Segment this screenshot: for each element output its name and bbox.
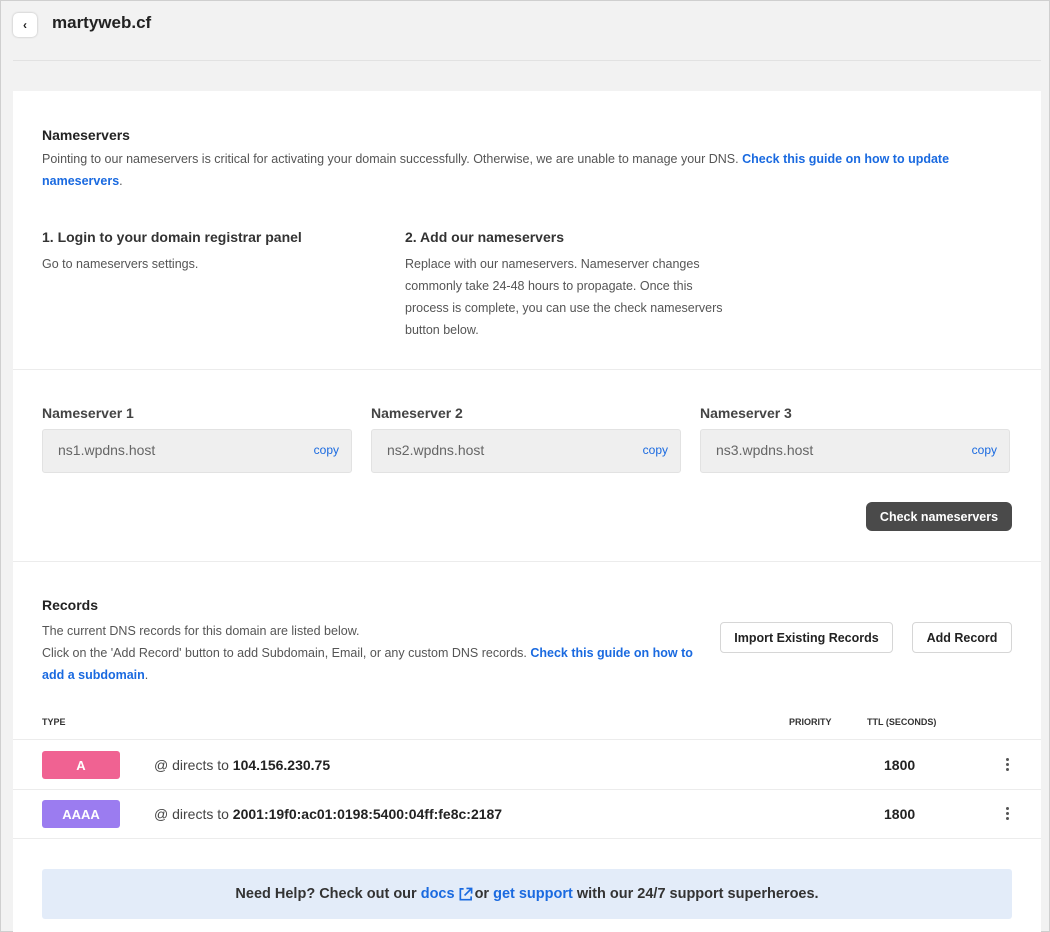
nameservers-desc-text: Pointing to our nameservers is critical … [42,152,739,166]
record-type-badge: A [42,751,120,779]
nameserver-2-value: ns2.wpdns.host [387,442,485,458]
divider [13,60,1041,61]
record-type-badge: AAAA [42,800,120,828]
more-options-icon[interactable] [1001,756,1013,774]
get-support-link[interactable]: get support [493,886,573,902]
copy-nameserver-1-button[interactable]: copy [314,443,339,457]
help-banner: Need Help? Check out our docs or get supp… [42,869,1012,919]
step-1-text: Go to nameservers settings. [42,257,199,271]
external-link-icon [459,887,472,900]
section-divider [13,369,1041,370]
column-priority: PRIORITY [789,717,832,727]
row-divider [13,789,1041,790]
copy-nameserver-2-button[interactable]: copy [643,443,668,457]
step-2-text: Replace with our nameservers. Nameserver… [405,257,723,337]
docs-link[interactable]: docs [421,886,455,902]
record-ttl: 1800 [884,757,916,773]
dns-card: Nameservers Pointing to our nameservers … [13,91,1041,932]
nameservers-heading: Nameservers [42,127,130,143]
nameserver-3-label: Nameserver 3 [700,405,792,421]
chevron-left-icon: ‹ [23,18,27,32]
record-value: @ directs to 2001:19f0:ac01:0198:5400:04… [154,806,503,822]
add-record-button[interactable]: Add Record [912,622,1012,653]
row-divider [13,739,1041,740]
import-records-button[interactable]: Import Existing Records [720,622,893,653]
step-1-title: 1. Login to your domain registrar panel [42,229,302,245]
records-description: The current DNS records for this domain … [42,624,693,682]
nameserver-2-field: ns2.wpdns.host copy [371,429,681,473]
records-heading: Records [42,597,99,613]
column-ttl: TTL (SECONDS) [867,717,937,727]
more-options-icon[interactable] [1001,805,1013,823]
nameserver-3-value: ns3.wpdns.host [716,442,814,458]
row-divider [13,838,1041,839]
copy-nameserver-3-button[interactable]: copy [972,443,997,457]
back-button[interactable]: ‹ [13,13,37,37]
top-bar: ‹ martyweb.cf [1,1,1049,61]
nameserver-1-label: Nameserver 1 [42,405,134,421]
nameservers-description: Pointing to our nameservers is critical … [42,152,950,188]
step-2-title: 2. Add our nameservers [405,229,564,245]
record-ttl: 1800 [884,806,916,822]
record-value: @ directs to 104.156.230.75 [154,757,331,773]
nameserver-2-label: Nameserver 2 [371,405,463,421]
nameserver-3-field: ns3.wpdns.host copy [700,429,1010,473]
check-nameservers-button[interactable]: Check nameservers [866,502,1012,531]
column-type: TYPE [42,717,66,727]
nameserver-1-value: ns1.wpdns.host [58,442,156,458]
nameserver-1-field: ns1.wpdns.host copy [42,429,352,473]
page-title: martyweb.cf [52,13,152,32]
section-divider [13,561,1041,562]
